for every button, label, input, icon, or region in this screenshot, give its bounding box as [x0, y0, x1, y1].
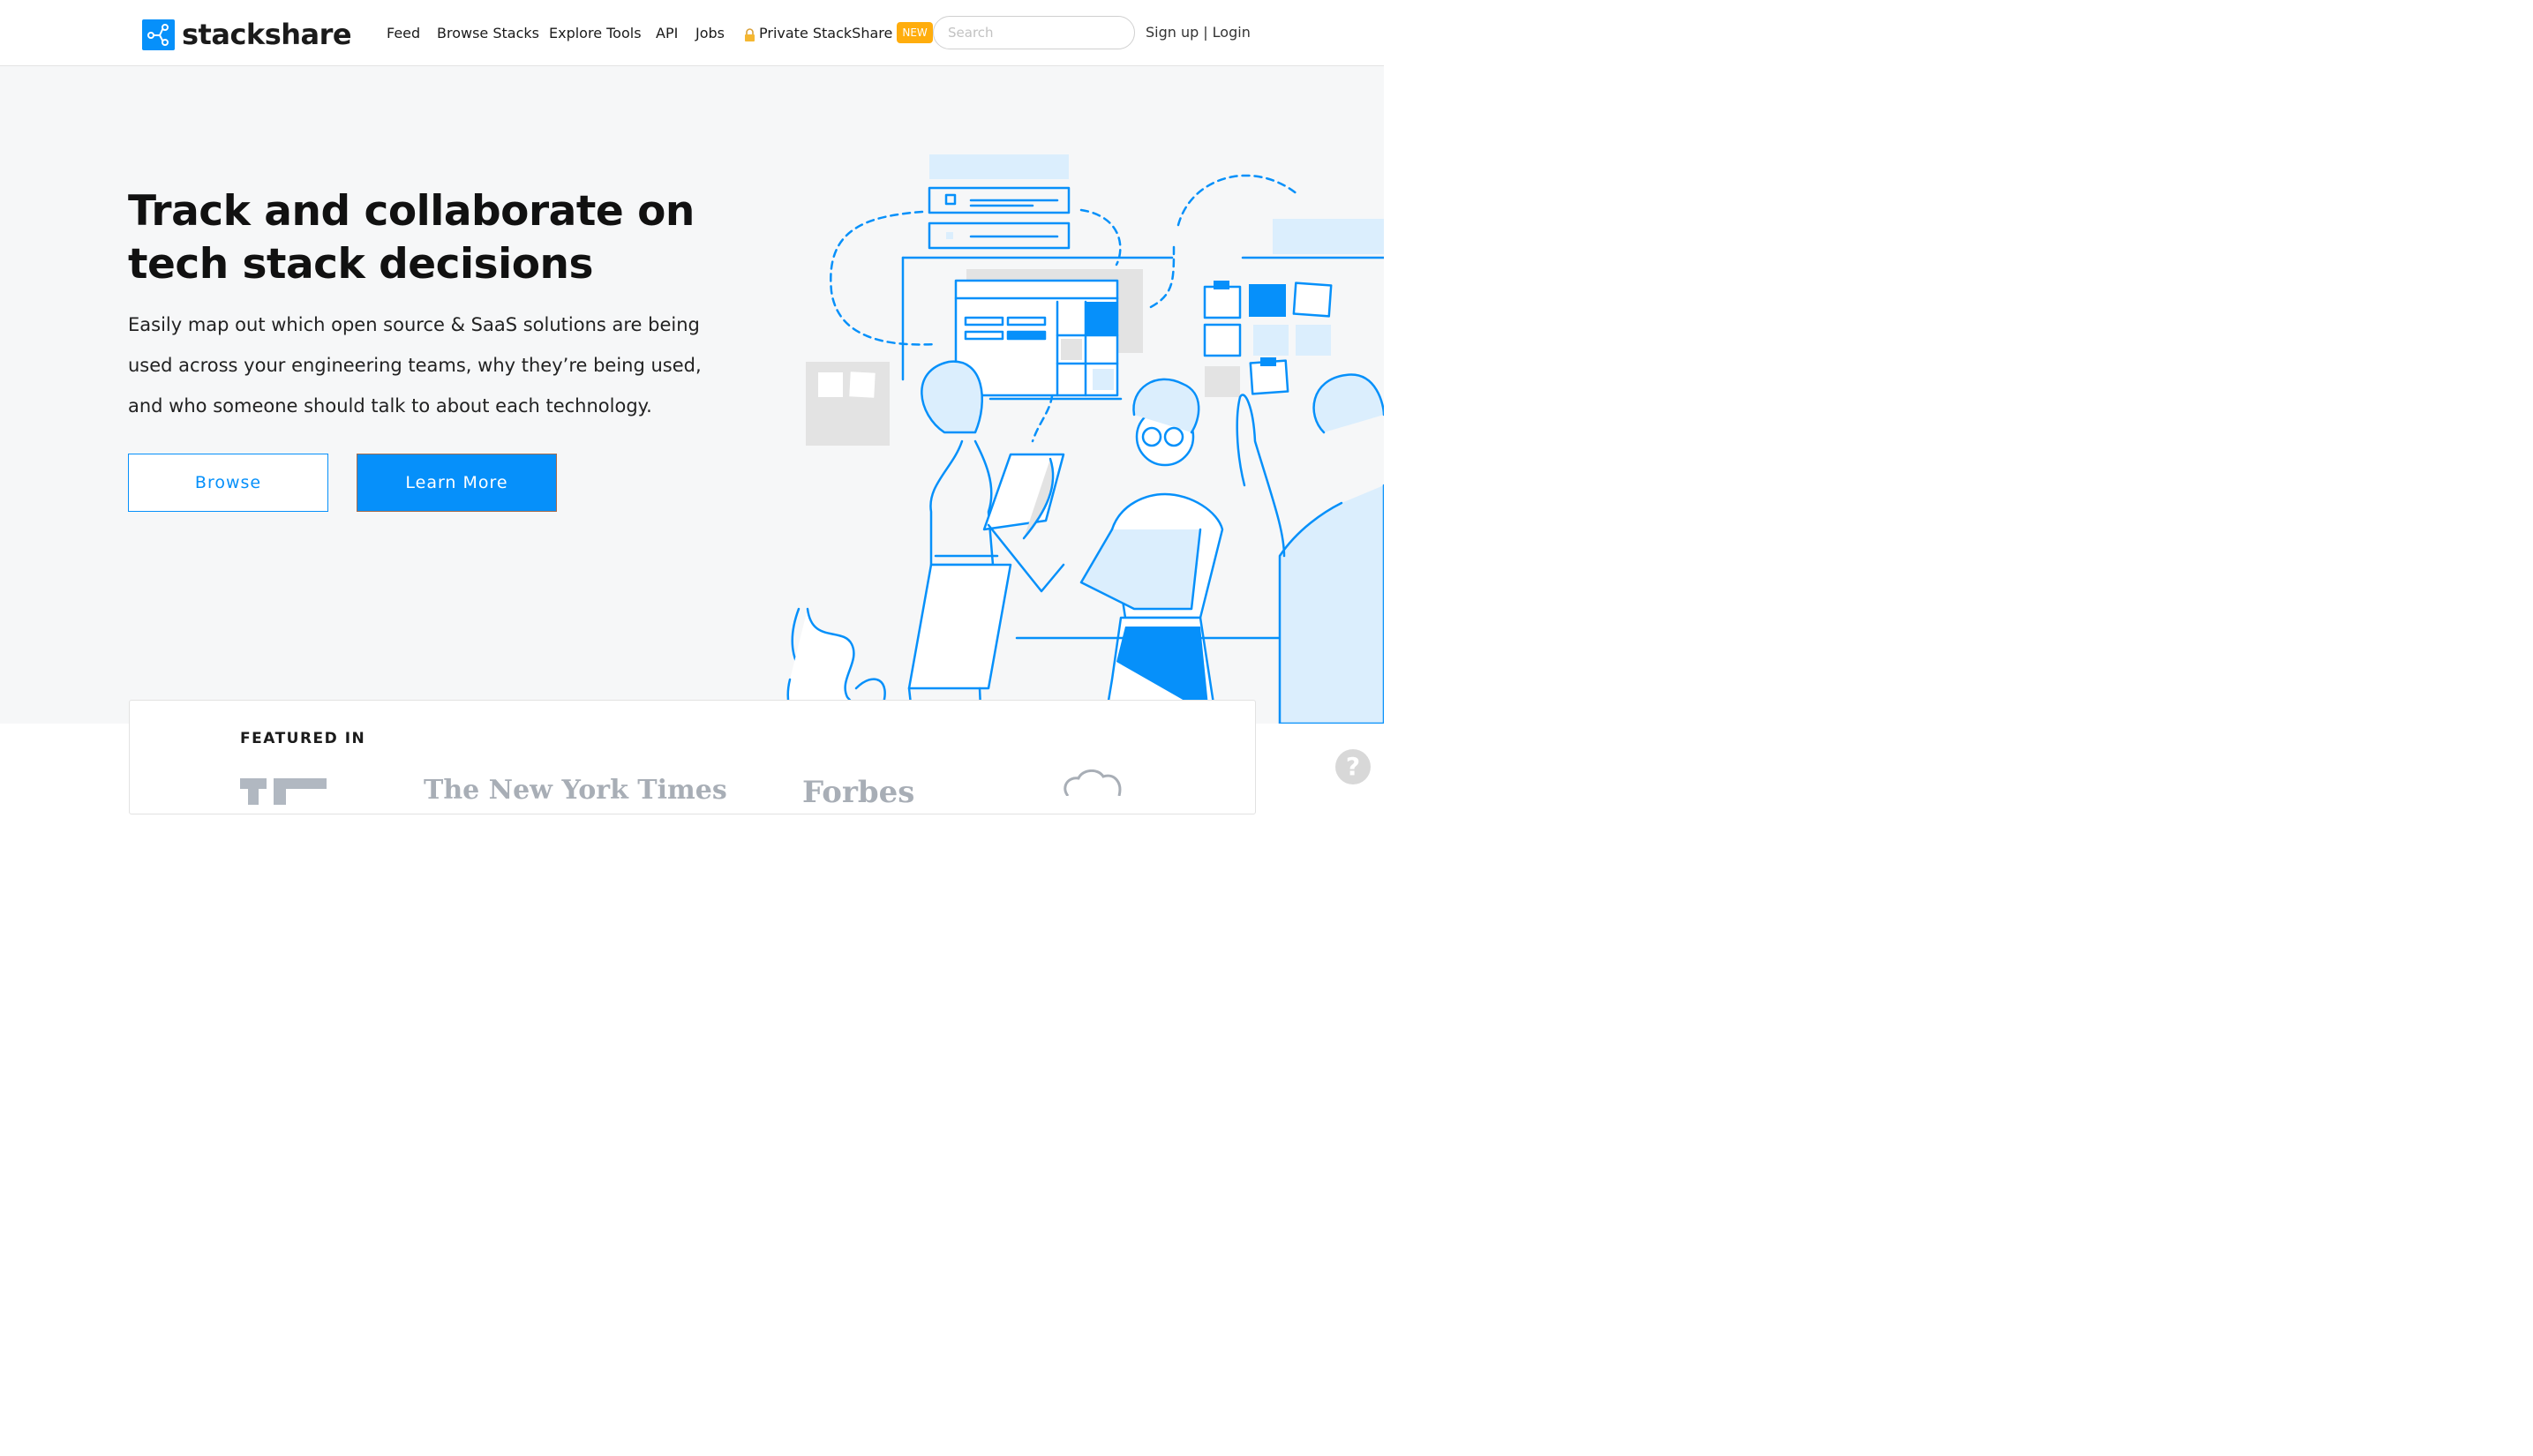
nav-item-api[interactable]: API — [656, 0, 678, 66]
new-badge: NEW — [897, 21, 933, 43]
hero-title: Track and collaborate on tech stack deci… — [128, 187, 695, 289]
forbes-logo: Forbes — [802, 775, 915, 810]
logo-text: stackshare — [182, 18, 352, 51]
nav-item-explore-tools[interactable]: Explore Tools — [549, 0, 642, 66]
top-navbar: stackshare Feed Browse Stacks Explore To… — [0, 0, 1384, 66]
logo-link[interactable]: stackshare — [142, 18, 352, 51]
lock-icon — [744, 27, 755, 41]
cloud-logo-icon — [1059, 769, 1130, 799]
nav-link-private-stackshare[interactable]: Private StackShare — [759, 25, 892, 41]
featured-in-section: FEATURED IN The New York Times Forbes — [129, 700, 1256, 814]
share-nodes-icon — [142, 19, 175, 50]
help-button[interactable]: ? — [1335, 749, 1371, 784]
browse-button[interactable]: Browse — [128, 454, 328, 512]
login-link[interactable]: Login — [1213, 24, 1251, 41]
learn-more-button[interactable]: Learn More — [357, 454, 557, 512]
nav-link-api[interactable]: API — [656, 25, 678, 41]
nav-item-feed[interactable]: Feed — [387, 0, 420, 66]
nav-link-jobs[interactable]: Jobs — [695, 25, 725, 41]
nav-link-explore-tools[interactable]: Explore Tools — [549, 25, 642, 41]
signup-link[interactable]: Sign up — [1146, 24, 1199, 41]
nav-item-jobs[interactable]: Jobs — [695, 0, 725, 66]
search-input[interactable] — [933, 16, 1135, 49]
nyt-logo: The New York Times — [424, 775, 727, 806]
team-collaboration-illustration — [786, 154, 1384, 724]
auth-separator: | — [1203, 24, 1208, 41]
techcrunch-logo — [240, 778, 327, 808]
nav-item-private-stackshare[interactable]: Private StackShare NEW — [744, 0, 933, 66]
featured-label: FEATURED IN — [240, 730, 366, 747]
nav-item-browse-stacks[interactable]: Browse Stacks — [437, 0, 539, 66]
hero-section: Track and collaborate on tech stack deci… — [0, 66, 1384, 724]
hero-subtitle: Easily map out which open source & SaaS … — [128, 314, 702, 417]
auth-links: Sign up | Login — [1146, 24, 1251, 41]
nav-link-browse-stacks[interactable]: Browse Stacks — [437, 25, 539, 41]
nav-link-feed[interactable]: Feed — [387, 25, 420, 41]
